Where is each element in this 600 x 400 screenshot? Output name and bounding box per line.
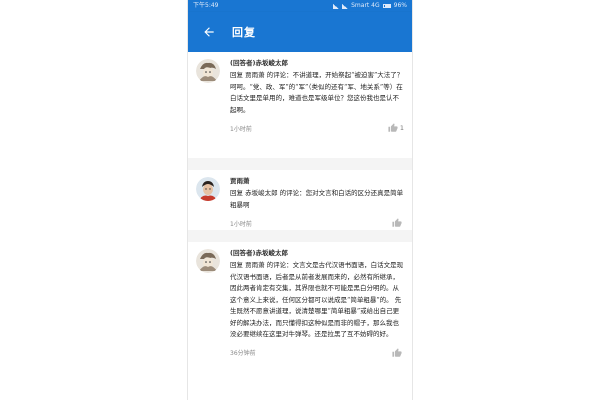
like-count: 1 [399, 124, 404, 132]
comment-list[interactable]: (回答者)赤坂峻太郎 回复 贾雨萧 的评论：不讲道理，开始祭起“被迫害”大法了？… [188, 52, 412, 400]
thumbs-up-icon [392, 218, 402, 227]
comment-body: (回答者)赤坂峻太郎 回复 贾雨萧 的评论：文言文是古代汉语书面语，白话文是现代… [230, 248, 404, 396]
status-carrier: Smart 4G [351, 2, 380, 9]
comment-author[interactable]: (回答者)赤坂峻太郎 [230, 248, 404, 258]
app-bar: 回复 [188, 12, 412, 52]
phone-screen: 下午5:49 Smart 4G 96% 回复 (回答者)赤坂峻太郎 回复 贾雨萧… [187, 0, 413, 400]
wifi-icon [333, 3, 340, 9]
like-button[interactable]: 1 [388, 123, 404, 133]
status-indicators: Smart 4G 96% [333, 0, 407, 12]
comment-text: 回复 贾雨萧 的评论：文言文是古代汉语书面语，白话文是现代汉语书面语，后者是从前… [230, 261, 404, 338]
comment-meta: 36分钟前 [230, 347, 404, 359]
comment-text: 回复 贾雨萧 的评论：不讲道理，开始祭起“被迫害”大法了？呵呵。“党、政、军”的… [230, 71, 404, 114]
signal-icon [342, 3, 349, 9]
back-button[interactable] [198, 21, 220, 43]
battery-icon [382, 4, 391, 8]
comment-author[interactable]: 贾雨萧 [230, 176, 404, 186]
arrow-left-icon [204, 27, 214, 37]
like-button[interactable] [392, 218, 404, 228]
like-button[interactable] [392, 347, 404, 358]
comment-time: 1小时前 [230, 125, 252, 133]
comment-text: 回复 赤坂峻太郎 的评论：您对文言和白话的区分还真是简单粗暴啊 [230, 189, 404, 209]
comment-body: (回答者)赤坂峻太郎 回复 贾雨萧 的评论：不讲道理，开始祭起“被迫害”大法了？… [230, 58, 404, 152]
comment-time: 36分钟前 [230, 350, 256, 357]
status-battery: 96% [393, 2, 407, 9]
status-time: 下午5:49 [193, 2, 219, 9]
avatar[interactable] [196, 249, 220, 273]
page-title: 回复 [232, 26, 256, 39]
avatar[interactable] [196, 59, 220, 83]
comment-author[interactable]: (回答者)赤坂峻太郎 [230, 58, 404, 68]
thumbs-up-icon [392, 347, 402, 357]
comment-meta: 1小时前 [230, 217, 404, 229]
comment-body: 贾雨萧 回复 赤坂峻太郎 的评论：您对文言和白话的区分还真是简单粗暴啊 1小时前 [230, 176, 404, 228]
comment-item: 贾雨萧 回复 赤坂峻太郎 的评论：您对文言和白话的区分还真是简单粗暴啊 1小时前 [188, 170, 412, 230]
comment-time: 1小时前 [230, 220, 252, 228]
comment-item: (回答者)赤坂峻太郎 回复 贾雨萧 的评论：文言文是古代汉语书面语，白话文是现代… [188, 242, 412, 400]
comment-item: (回答者)赤坂峻太郎 回复 贾雨萧 的评论：不讲道理，开始祭起“被迫害”大法了？… [188, 52, 412, 158]
status-bar: 下午5:49 Smart 4G 96% [188, 0, 412, 12]
comment-meta: 1小时前 1 [230, 122, 404, 134]
avatar[interactable] [196, 177, 220, 201]
thumbs-up-icon [388, 123, 398, 132]
